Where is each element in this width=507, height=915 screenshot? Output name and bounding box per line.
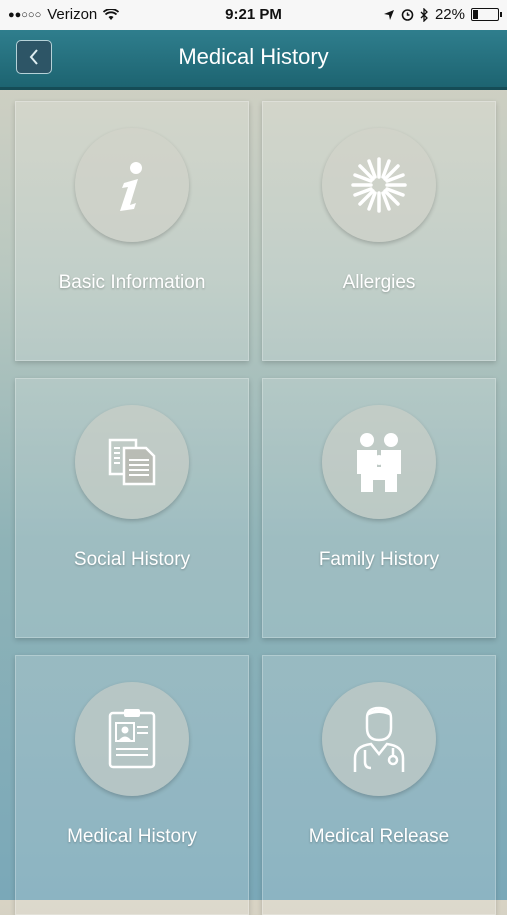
tile-label: Medical History (67, 826, 197, 847)
status-bar: ●●○○○ Verizon 9:21 PM 22% (0, 0, 507, 30)
battery-icon (471, 8, 502, 21)
tile-icon-circle (75, 682, 189, 796)
tile-label: Social History (73, 549, 191, 570)
alarm-clock-icon (401, 9, 414, 21)
doctor-icon (353, 706, 405, 772)
bluetooth-icon (420, 7, 428, 22)
tile-icon-circle (322, 405, 436, 519)
tile-family-history[interactable]: Family History (262, 378, 496, 638)
navigation-bar: Medical History (0, 30, 507, 90)
tile-icon-circle (322, 682, 436, 796)
tile-icon-circle (322, 128, 436, 242)
tile-label: Family History (318, 549, 440, 570)
tile-label: Basic Information (58, 272, 206, 293)
page-title: Medical History (178, 44, 329, 69)
documents-icon (108, 438, 156, 486)
tile-medical-history[interactable]: Medical History (15, 655, 249, 915)
status-right: 22% (383, 6, 502, 23)
id-card-icon (108, 709, 156, 769)
battery-percent: 22% (434, 6, 465, 23)
tile-label: Allergies (342, 272, 416, 293)
tile-social-history[interactable]: Social History (15, 378, 249, 638)
location-arrow-icon (383, 9, 394, 20)
tile-medical-release[interactable]: Medical Release (262, 655, 496, 915)
tile-icon-circle (75, 128, 189, 242)
tile-label: Medical Release (308, 826, 450, 847)
tile-basic-information[interactable]: Basic Information (15, 101, 249, 361)
tile-icon-circle (75, 405, 189, 519)
tile-allergies[interactable]: Allergies (262, 101, 496, 361)
family-icon (357, 433, 401, 492)
battery-fill (473, 10, 478, 19)
info-icon (120, 162, 142, 211)
allergy-burst-icon (351, 157, 407, 213)
